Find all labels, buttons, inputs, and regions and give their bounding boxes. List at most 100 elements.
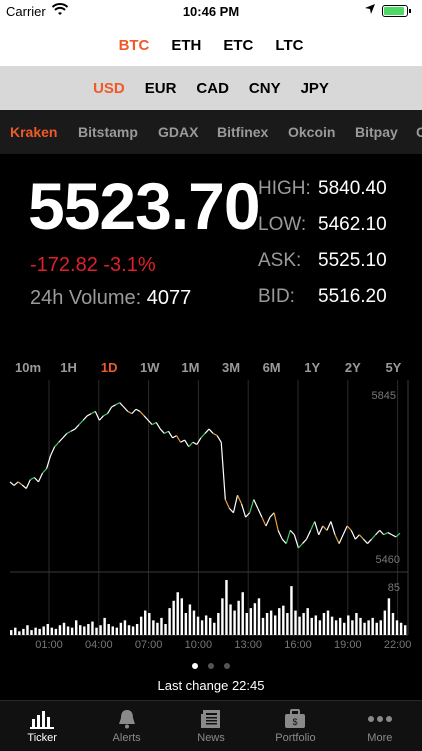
tab-more[interactable]: More <box>338 701 422 751</box>
volume-bar <box>371 617 374 635</box>
range-tab-1y[interactable]: 1Y <box>304 360 320 375</box>
range-tab-10m[interactable]: 10m <box>15 360 41 375</box>
current-price: 5523.70 <box>28 169 261 243</box>
price-line-segment <box>111 404 116 408</box>
exchange-tab-bitstamp[interactable]: Bitstamp <box>78 124 138 140</box>
price-line-segment <box>119 402 125 408</box>
price-line-segment <box>192 441 198 445</box>
battery-icon <box>382 5 411 17</box>
volume-bar <box>310 617 313 635</box>
exchange-tab-bitpay[interactable]: Bitpay <box>355 124 398 140</box>
volume-bar <box>278 608 281 635</box>
volume-bar <box>233 610 236 635</box>
coin-tab-ltc[interactable]: LTC <box>275 37 303 54</box>
range-tab-1h[interactable]: 1H <box>60 360 77 375</box>
coin-tab-etc[interactable]: ETC <box>223 37 253 54</box>
price-line-segment <box>9 481 15 486</box>
volume-bar <box>326 610 330 635</box>
currency-tab-cny[interactable]: CNY <box>249 80 281 97</box>
price-line-segment <box>326 521 332 531</box>
tab-news[interactable]: News <box>169 701 253 751</box>
range-tab-5y[interactable]: 5Y <box>385 360 401 375</box>
bell-icon <box>84 709 168 729</box>
price-line-segment <box>297 543 303 549</box>
volume-bar <box>343 622 346 635</box>
range-tab-6m[interactable]: 6M <box>263 360 281 375</box>
tab-bar: Ticker Alerts News $ Portfolio More <box>0 700 422 751</box>
volume-bar <box>375 622 378 635</box>
coin-tab-eth[interactable]: ETH <box>171 37 201 54</box>
volume-bar <box>269 610 273 635</box>
price-line-segment <box>25 479 31 489</box>
range-tab-2y[interactable]: 2Y <box>345 360 361 375</box>
volume-bar <box>188 604 192 635</box>
currency-tab-jpy[interactable]: JPY <box>301 80 329 97</box>
exchange-selector: Kraken Bitstamp GDAX Bitfinex Okcoin Bitpay C <box>0 110 422 154</box>
price-chart[interactable]: 5845 5460 85 01:00 04:00 07:00 10:00 13:00 16:00… <box>0 380 422 650</box>
range-tab-1d[interactable]: 1D <box>101 360 118 375</box>
volume-bar <box>46 624 49 635</box>
price-line-segment <box>86 413 92 417</box>
volume-bar <box>314 615 318 635</box>
page-dot[interactable] <box>224 663 230 669</box>
volume-bar <box>180 598 184 635</box>
volume-bar <box>391 613 395 635</box>
price-line-segment <box>391 534 397 538</box>
price-line-segment <box>98 415 104 421</box>
price-line-segment <box>261 516 267 527</box>
volume-value: 4077 <box>146 287 192 309</box>
x-tick-label: 19:00 <box>334 639 362 650</box>
volume-bar <box>42 626 45 635</box>
volume-bar <box>298 616 301 635</box>
price-line-segment <box>167 430 174 439</box>
price-line-segment <box>143 415 149 421</box>
page-dot[interactable] <box>208 663 214 669</box>
low-value: 5462.10 <box>318 214 387 235</box>
tab-portfolio[interactable]: $ Portfolio <box>253 701 337 751</box>
price-line-segment <box>103 413 108 417</box>
svg-text:$: $ <box>293 717 298 727</box>
price-line-segment <box>257 508 263 518</box>
range-tab-3m[interactable]: 3M <box>222 360 240 375</box>
volume-bar <box>261 617 265 635</box>
volume-bar <box>363 622 366 635</box>
range-tab-1m[interactable]: 1M <box>181 360 199 375</box>
page-dot[interactable] <box>192 663 198 669</box>
exchange-tab-okcoin[interactable]: Okcoin <box>288 124 335 140</box>
range-tab-1w[interactable]: 1W <box>140 360 160 375</box>
tab-alerts[interactable]: Alerts <box>84 701 168 751</box>
price-stats: HIGH: 5840.40 LOW: 5462.10 ASK: 5525.10 BID… <box>258 178 387 322</box>
price-line-segment <box>322 525 328 531</box>
bid-value: 5516.20 <box>318 286 387 307</box>
volume-bar <box>34 627 37 635</box>
currency-tab-cad[interactable]: CAD <box>196 80 229 97</box>
volume-bar <box>156 622 159 635</box>
volume-bar <box>127 625 131 635</box>
volume-bar <box>217 613 220 635</box>
volume-bar <box>347 615 350 635</box>
price-line-segment <box>184 439 190 447</box>
currency-tab-eur[interactable]: EUR <box>145 80 177 97</box>
price-line-segment <box>232 494 239 513</box>
coin-tab-btc[interactable]: BTC <box>119 37 150 54</box>
price-line-segment <box>159 428 165 434</box>
volume-bar <box>245 613 248 635</box>
price-line-segment <box>151 421 157 426</box>
price-line-segment <box>342 525 348 536</box>
price-line-segment <box>127 410 133 415</box>
price-line-segment <box>306 530 312 540</box>
high-label: HIGH: <box>258 178 311 199</box>
exchange-tab-bitfinex[interactable]: Bitfinex <box>217 124 268 140</box>
last-change-label: Last change <box>157 678 229 693</box>
y-tick-label: 5845 <box>372 390 396 402</box>
tab-label: News <box>197 732 225 744</box>
exchange-tab-gdax[interactable]: GDAX <box>158 124 198 140</box>
currency-tab-usd[interactable]: USD <box>93 80 125 97</box>
tab-ticker[interactable]: Ticker <box>0 701 84 751</box>
exchange-tab-c[interactable]: C <box>416 124 422 140</box>
volume-bar <box>58 625 62 635</box>
price-line-segment <box>338 534 344 544</box>
volume-bar <box>318 620 322 635</box>
volume-bar <box>286 613 289 635</box>
exchange-tab-kraken[interactable]: Kraken <box>10 124 57 140</box>
